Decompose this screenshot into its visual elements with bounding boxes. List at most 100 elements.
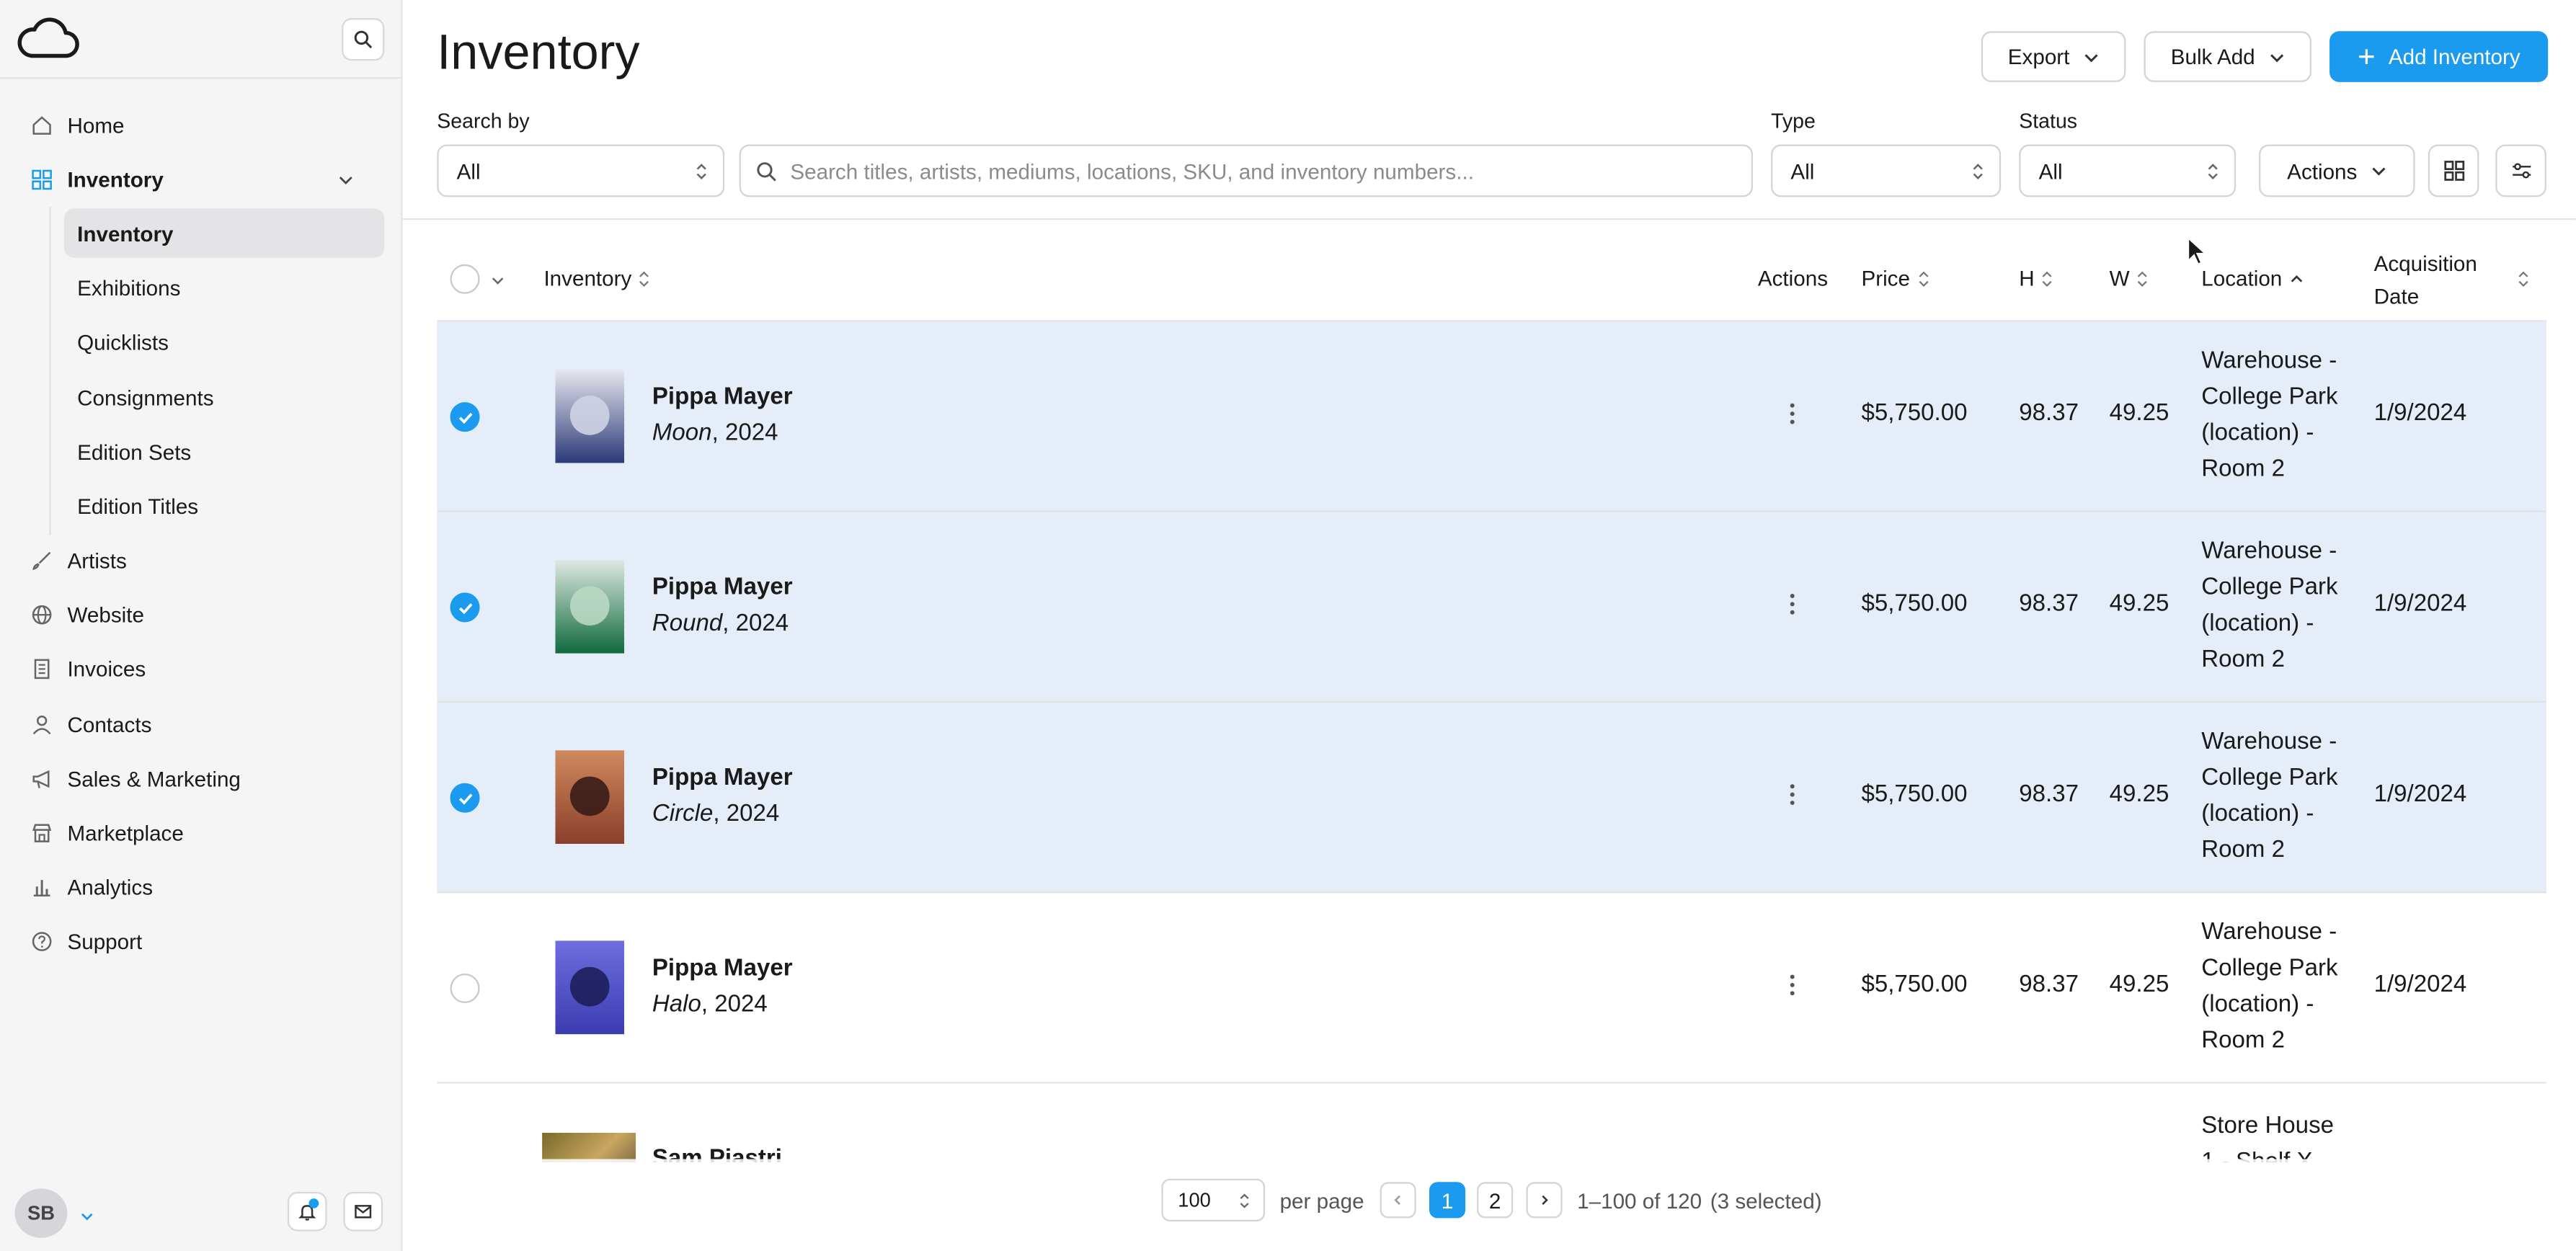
column-header-width[interactable]: W (2110, 266, 2149, 290)
row-actions-button[interactable] (1787, 402, 1798, 433)
sidebar-item-home[interactable]: Home (23, 102, 384, 148)
plus-icon (2358, 49, 2374, 64)
column-label: Date (2373, 284, 2420, 309)
actions-dropdown-button[interactable]: Actions (2259, 144, 2415, 197)
notifications-button[interactable] (287, 1191, 327, 1232)
page-2-button[interactable]: 2 (1477, 1182, 1514, 1219)
table-row[interactable]: Pippa Mayer Moon, 2024 $5,750.00 98.37 4… (437, 321, 2546, 512)
more-vertical-icon (1790, 974, 1795, 996)
location-cell: Warehouse - College Park (location) - Ro… (2201, 538, 2338, 674)
column-header-price[interactable]: Price (1861, 266, 1929, 290)
bulk-add-button[interactable]: Bulk Add (2144, 31, 2311, 82)
sort-ascending-icon (2291, 274, 2303, 282)
sidebar-item-website[interactable]: Website (23, 591, 384, 637)
sidebar-divider (0, 77, 403, 79)
artwork-thumbnail[interactable] (555, 559, 625, 654)
row-actions-button[interactable] (1787, 783, 1798, 814)
sidebar-item-contacts[interactable]: Contacts (23, 701, 384, 747)
search-by-select[interactable]: All (437, 144, 725, 197)
artist-name[interactable]: Pippa Mayer (652, 574, 793, 600)
export-button[interactable]: Export (1981, 31, 2126, 82)
grid-view-button[interactable] (2428, 144, 2479, 197)
sidebar-item-inventory[interactable]: Inventory (23, 156, 384, 202)
more-vertical-icon (1790, 403, 1795, 424)
selected-count: (3 selected) (1710, 1188, 1822, 1213)
artist-name[interactable]: Pippa Mayer (652, 384, 793, 410)
table-row[interactable]: Pippa Mayer Halo, 2024 $5,750.00 98.37 4… (437, 893, 2546, 1084)
sidebar-item-label: Contacts (67, 711, 152, 736)
sidebar-item-analytics[interactable]: Analytics (23, 863, 384, 909)
title-text: Moon (652, 420, 712, 447)
add-inventory-button[interactable]: Add Inventory (2329, 31, 2549, 82)
column-header-height[interactable]: H (2019, 266, 2054, 290)
artwork-thumbnail[interactable] (555, 940, 625, 1035)
cloud-logo-icon[interactable] (15, 15, 81, 61)
search-icon (757, 162, 776, 182)
artist-name[interactable]: Pippa Mayer (652, 956, 793, 981)
per-page-select[interactable]: 100 (1161, 1178, 1266, 1221)
acquisition-date-cell: 1/9/2024 (2373, 591, 2467, 618)
row-checkbox[interactable] (450, 592, 480, 623)
artwork-thumbnail[interactable] (555, 750, 625, 844)
column-header-inventory[interactable]: Inventory (543, 266, 651, 290)
sidebar-item-label: Sales & Marketing (67, 765, 241, 791)
filter-settings-button[interactable] (2495, 144, 2546, 197)
table-row[interactable]: Sam Piastri Store House 1 - Shelf X (437, 1084, 2546, 1162)
artist-name[interactable]: Pippa Mayer (652, 765, 793, 791)
sort-updown-icon (1973, 164, 1983, 179)
select-all-checkbox[interactable] (450, 264, 480, 294)
row-checkbox[interactable] (450, 402, 480, 432)
sidebar-subitem-quicklists[interactable]: Quicklists (64, 317, 384, 366)
sidebar-item-support[interactable]: Support (23, 918, 384, 964)
column-header-acquisition-date[interactable]: Acquisition Date (2374, 249, 2477, 312)
chevron-down-icon[interactable] (79, 1203, 95, 1233)
artwork-thumbnail[interactable] (555, 369, 625, 463)
width-cell: 49.25 (2109, 781, 2169, 808)
next-page-button[interactable] (1526, 1182, 1563, 1219)
width-cell: 49.25 (2109, 971, 2169, 999)
sidebar-item-label: Home (67, 112, 125, 138)
chevron-down-icon (2371, 167, 2386, 176)
search-input[interactable] (790, 158, 1751, 184)
sidebar-subitem-edition-titles[interactable]: Edition Titles (64, 481, 384, 530)
acquisition-date-cell: 1/9/2024 (2373, 971, 2467, 999)
row-actions-button[interactable] (1787, 592, 1798, 623)
messages-button[interactable] (343, 1191, 383, 1232)
sidebar-item-invoices[interactable]: Invoices (23, 645, 384, 691)
column-header-location[interactable]: Location (2201, 266, 2305, 290)
store-icon (30, 821, 53, 844)
title-text: Circle (652, 801, 714, 828)
row-checkbox[interactable] (450, 973, 480, 1003)
chevron-down-icon[interactable] (489, 272, 506, 289)
table-row[interactable]: Pippa Mayer Circle, 2024 $5,750.00 98.37… (437, 703, 2546, 894)
sidebar-item-sales-marketing[interactable]: Sales & Marketing (23, 755, 384, 801)
sidebar-item-marketplace[interactable]: Marketplace (23, 809, 384, 855)
sort-updown-icon (1240, 1193, 1249, 1208)
header-divider (402, 218, 2576, 221)
per-page-value: 100 (1178, 1188, 1211, 1212)
sidebar-subitem-exhibitions[interactable]: Exhibitions (64, 263, 384, 312)
sort-icon[interactable] (2517, 270, 2530, 289)
row-checkbox[interactable] (450, 783, 480, 813)
sidebar-subitem-consignments[interactable]: Consignments (64, 373, 384, 422)
sidebar-item-label: Artists (67, 547, 127, 572)
type-select[interactable]: All (1771, 144, 2002, 197)
sidebar-subitem-inventory[interactable]: Inventory (63, 208, 385, 258)
avatar[interactable]: SB (14, 1188, 68, 1238)
search-input-wrapper[interactable] (739, 144, 1754, 197)
table-row[interactable]: Pippa Mayer Round, 2024 $5,750.00 98.37 … (437, 512, 2546, 703)
status-select[interactable]: All (2019, 144, 2237, 197)
page-1-button[interactable]: 1 (1429, 1182, 1466, 1219)
prev-page-button[interactable] (1380, 1182, 1416, 1219)
chevron-down-icon[interactable] (337, 169, 355, 194)
row-actions-button[interactable] (1787, 974, 1798, 1005)
price-cell: $5,750.00 (1861, 781, 1968, 808)
sidebar-item-artists[interactable]: Artists (23, 537, 384, 583)
sidebar-subitem-edition-sets[interactable]: Edition Sets (64, 427, 384, 476)
checkmark-icon (458, 411, 472, 424)
sidebar-search-button[interactable] (342, 18, 385, 61)
location-line: Store House (2201, 1113, 2334, 1140)
height-cell: 98.37 (2019, 971, 2079, 999)
title-text: Halo (652, 992, 701, 1018)
sidebar-item-label: Inventory (67, 166, 164, 192)
